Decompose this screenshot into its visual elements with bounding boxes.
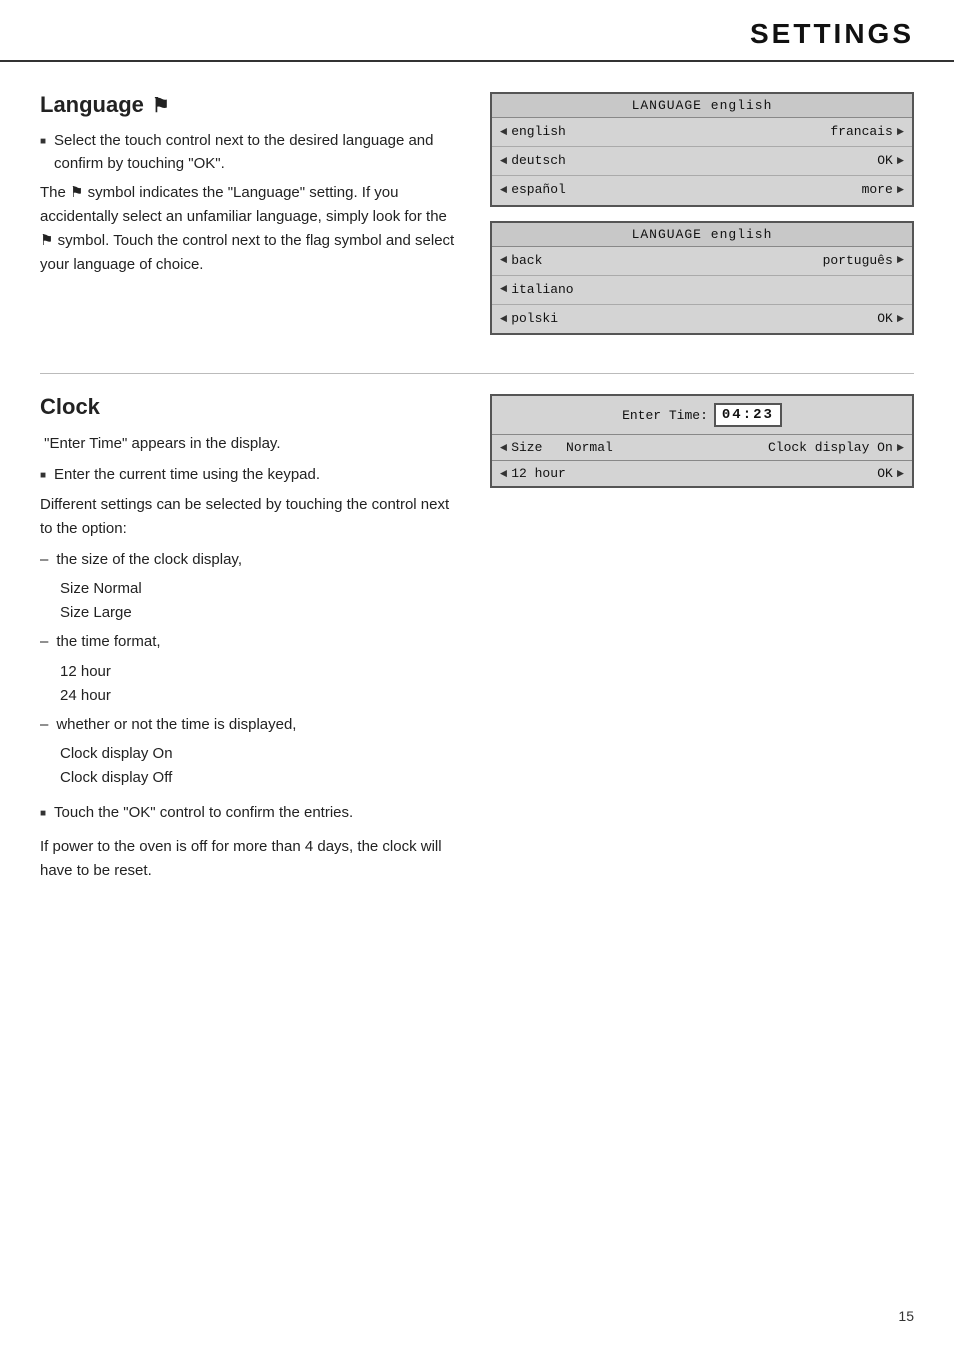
section-divider — [40, 373, 914, 374]
language-right-col: LANGUAGE english ◄ english francais ► ◄ … — [490, 92, 914, 335]
clock-format-options: 12 hour 24 hour — [40, 660, 460, 708]
clock-dash-item-0: the size of the clock display, — [40, 549, 460, 572]
language-espanol: español — [511, 181, 566, 199]
clock-description-1: Different settings can be selected by to… — [40, 493, 460, 541]
language-panel-2-row-1: ◄ italiano — [492, 276, 912, 305]
language-polski: polski — [511, 310, 558, 328]
clock-display-options: Clock display On Clock display Off — [40, 742, 460, 790]
clock-time-value: 04:23 — [714, 403, 782, 427]
right-arrow-icon: ► — [897, 311, 904, 328]
clock-dash-list: the size of the clock display, — [40, 549, 460, 572]
left-arrow-icon: ◄ — [500, 441, 507, 455]
enter-time-label: Enter Time: — [622, 408, 708, 423]
clock-size-label: Size — [511, 440, 542, 455]
clock-display-on: Clock display On — [60, 742, 460, 766]
language-more: more — [862, 181, 893, 199]
clock-size-large: Size Large — [60, 601, 460, 625]
language-instruction-1: Select the touch control next to the des… — [40, 130, 460, 175]
language-section: Language ⚑ Select the touch control next… — [40, 92, 914, 335]
clock-bullets-2: Touch the "OK" control to confirm the en… — [40, 802, 460, 825]
language-instructions: Select the touch control next to the des… — [40, 130, 460, 175]
language-panel-1-row-0: ◄ english francais ► — [492, 118, 912, 147]
clock-display-off: Clock display Off — [60, 766, 460, 790]
clock-hour-format: 12 hour — [511, 466, 566, 481]
clock-bullets: Enter the current time using the keypad. — [40, 464, 460, 487]
language-deutsch: deutsch — [511, 152, 566, 170]
right-arrow-icon: ► — [897, 153, 904, 170]
clock-left-col: Clock "Enter Time" appears in the displa… — [40, 394, 460, 891]
clock-24-hour: 24 hour — [60, 684, 460, 708]
language-ok-2: OK — [877, 310, 893, 328]
clock-12-hour: 12 hour — [60, 660, 460, 684]
language-back: back — [511, 252, 542, 270]
clock-section: Clock "Enter Time" appears in the displa… — [40, 394, 914, 891]
page-number: 15 — [898, 1308, 914, 1324]
clock-dash-list-2: the time format, — [40, 631, 460, 654]
clock-row-1: ◄ Size Normal Clock display On ► — [492, 434, 912, 460]
clock-dash-item-2: whether or not the time is displayed, — [40, 714, 460, 737]
clock-dash-item-1: the time format, — [40, 631, 460, 654]
page-header: SETTINGS — [0, 0, 954, 62]
language-panel-2: LANGUAGE english ◄ back português ► ◄ it… — [490, 221, 914, 336]
clock-bullet-1: Enter the current time using the keypad. — [40, 464, 460, 487]
clock-size-normal: Size Normal — [60, 577, 460, 601]
clock-intro: "Enter Time" appears in the display. — [40, 432, 460, 456]
language-francais: francais — [830, 123, 892, 141]
language-description: The ⚑ symbol indicates the "Language" se… — [40, 181, 460, 277]
left-arrow-icon: ◄ — [500, 281, 507, 298]
language-panel-2-row-2: ◄ polski OK ► — [492, 305, 912, 333]
right-arrow-icon: ► — [897, 124, 904, 141]
flag-icon: ⚑ — [152, 93, 170, 118]
language-english: english — [511, 123, 566, 141]
clock-display-value: Clock display On — [768, 440, 893, 455]
right-arrow-icon: ► — [897, 467, 904, 481]
right-arrow-icon: ► — [897, 252, 904, 269]
language-panel-1-header: LANGUAGE english — [492, 94, 912, 118]
left-arrow-icon: ◄ — [500, 252, 507, 269]
clock-right-col: Enter Time: 04:23 ◄ Size Normal Clock di… — [490, 394, 914, 891]
language-title: Language ⚑ — [40, 92, 460, 118]
language-panel-2-header: LANGUAGE english — [492, 223, 912, 247]
clock-size-value: Normal — [566, 440, 613, 455]
clock-top-row: Enter Time: 04:23 — [492, 396, 912, 434]
language-panel-1: LANGUAGE english ◄ english francais ► ◄ … — [490, 92, 914, 207]
language-panel-1-row-2: ◄ español more ► — [492, 176, 912, 204]
left-arrow-icon: ◄ — [500, 467, 507, 481]
left-arrow-icon: ◄ — [500, 153, 507, 170]
left-arrow-icon: ◄ — [500, 124, 507, 141]
clock-size-options: Size Normal Size Large — [40, 577, 460, 625]
language-ok-1: OK — [877, 152, 893, 170]
clock-ok: OK — [877, 466, 893, 481]
language-panel-2-row-0: ◄ back português ► — [492, 247, 912, 276]
clock-panel: Enter Time: 04:23 ◄ Size Normal Clock di… — [490, 394, 914, 488]
language-left-col: Language ⚑ Select the touch control next… — [40, 92, 460, 335]
language-italiano: italiano — [511, 281, 573, 299]
page-title: SETTINGS — [40, 18, 914, 50]
left-arrow-icon: ◄ — [500, 311, 507, 328]
clock-dash-list-3: whether or not the time is displayed, — [40, 714, 460, 737]
language-portugues: português — [823, 252, 893, 270]
clock-title: Clock — [40, 394, 460, 420]
clock-bullet-2: Touch the "OK" control to confirm the en… — [40, 802, 460, 825]
language-panel-1-row-1: ◄ deutsch OK ► — [492, 147, 912, 176]
right-arrow-icon: ► — [897, 182, 904, 199]
left-arrow-icon: ◄ — [500, 182, 507, 199]
clock-row-2: ◄ 12 hour OK ► — [492, 460, 912, 486]
right-arrow-icon: ► — [897, 441, 904, 455]
clock-description-2: If power to the oven is off for more tha… — [40, 835, 460, 883]
